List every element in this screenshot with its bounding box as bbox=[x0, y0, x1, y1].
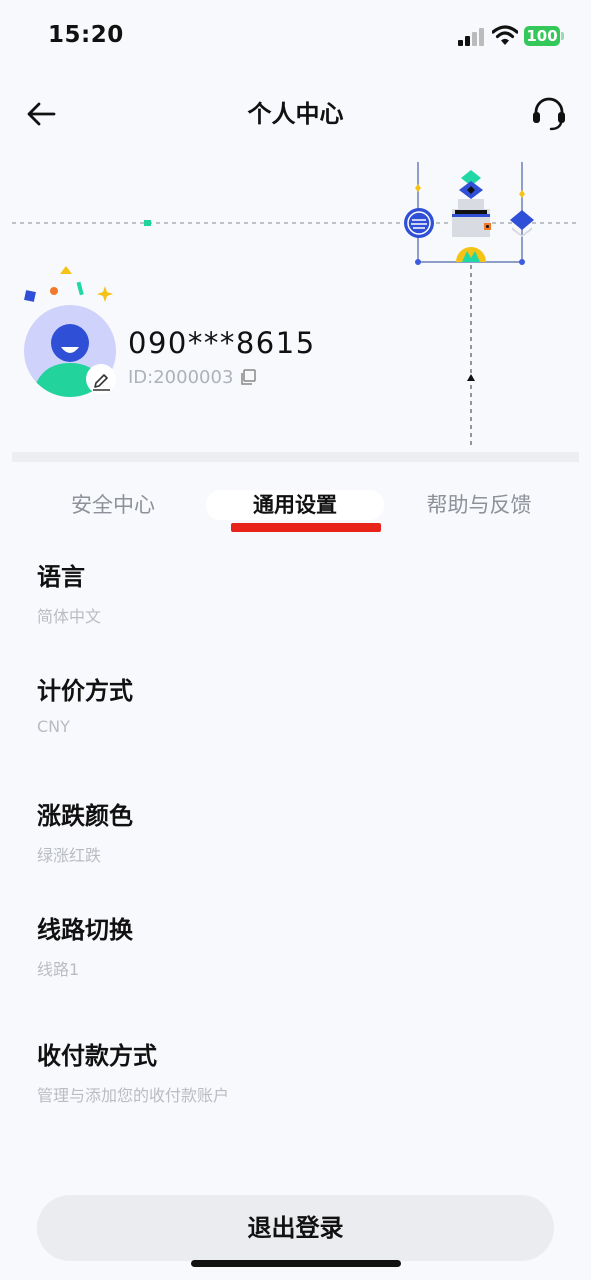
setting-value: 管理与添加您的收付款账户 bbox=[37, 1086, 230, 1105]
logout-button[interactable]: 退出登录 bbox=[37, 1195, 554, 1261]
battery-indicator: 100 bbox=[524, 26, 560, 46]
setting-line-switch[interactable]: 线路切换 线路1 bbox=[0, 906, 591, 996]
setting-price-color[interactable]: 涨跌颜色 绿涨红跌 bbox=[0, 792, 591, 882]
page-title: 个人中心 bbox=[247, 100, 344, 128]
user-id: ID:2000003 bbox=[128, 367, 234, 388]
setting-value: 简体中文 bbox=[37, 607, 102, 626]
battery-tip bbox=[561, 32, 564, 40]
setting-value: CNY bbox=[37, 717, 70, 736]
setting-title: 线路切换 bbox=[37, 916, 133, 944]
tab-help-feedback[interactable]: 帮助与反馈 bbox=[410, 490, 548, 520]
section-divider bbox=[12, 452, 579, 462]
status-time: 15:20 bbox=[48, 22, 124, 48]
cellular-signal-icon bbox=[458, 28, 486, 46]
setting-title: 语言 bbox=[37, 563, 85, 591]
setting-title: 涨跌颜色 bbox=[37, 802, 133, 830]
setting-value: 绿涨红跌 bbox=[37, 846, 102, 865]
edit-avatar-button[interactable] bbox=[86, 364, 116, 394]
decorative-illustration bbox=[12, 162, 580, 445]
pencil-icon bbox=[93, 374, 110, 391]
tab-general-settings[interactable]: 通用设置 bbox=[206, 490, 384, 520]
setting-language[interactable]: 语言 简体中文 bbox=[0, 553, 591, 643]
wifi-icon bbox=[492, 25, 518, 45]
setting-payment-methods[interactable]: 收付款方式 管理与添加您的收付款账户 bbox=[0, 1032, 591, 1122]
setting-value: 线路1 bbox=[37, 960, 80, 979]
setting-title: 计价方式 bbox=[37, 677, 133, 705]
headset-support-icon[interactable] bbox=[530, 95, 568, 133]
tab-security-center[interactable]: 安全中心 bbox=[48, 490, 178, 520]
active-tab-indicator bbox=[231, 523, 381, 532]
setting-pricing-method[interactable]: 计价方式 CNY bbox=[0, 667, 591, 757]
copy-icon[interactable] bbox=[239, 368, 257, 386]
setting-title: 收付款方式 bbox=[37, 1042, 157, 1070]
user-phone: 090***8615 bbox=[128, 326, 316, 360]
home-indicator bbox=[191, 1260, 401, 1267]
